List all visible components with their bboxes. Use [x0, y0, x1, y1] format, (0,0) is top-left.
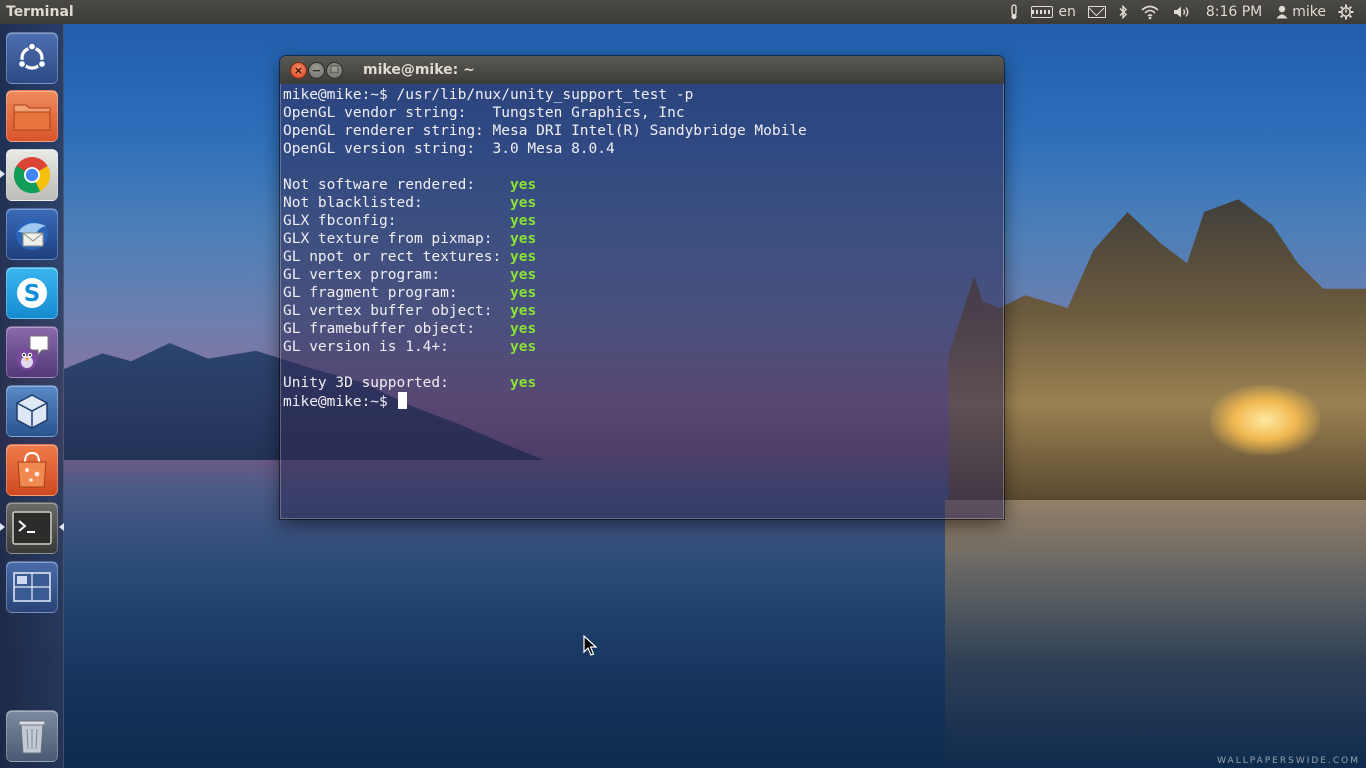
terminal-line: OpenGL version string: 3.0 Mesa 8.0.4: [283, 141, 615, 157]
minimize-icon: −: [311, 63, 322, 77]
wifi-icon: [1141, 5, 1159, 20]
chrome-icon: [13, 157, 51, 194]
terminal-line: GL vertex buffer object: yes: [283, 303, 537, 319]
minimize-button[interactable]: −: [308, 61, 325, 79]
thunderbird-icon: [16, 218, 48, 250]
terminal-icon: [12, 511, 52, 545]
indicator-area: en 8:16 PM mike: [1003, 0, 1366, 24]
wallpaper-watermark: WALLPAPERSWIDE.COM: [1217, 756, 1360, 766]
keyboard-layout-label: en: [1058, 4, 1076, 20]
launcher-terminal-focus-pip: [59, 523, 64, 531]
maximize-button[interactable]: □: [326, 61, 343, 79]
launcher-thunderbird[interactable]: [6, 208, 58, 260]
clock-indicator[interactable]: 8:16 PM: [1198, 0, 1270, 24]
mouse-pointer-icon: [583, 635, 597, 656]
wifi-indicator[interactable]: [1134, 0, 1166, 24]
skype-icon: S: [17, 278, 47, 308]
launcher-terminal-running-pip: [0, 523, 5, 531]
ubuntu-logo-icon: [17, 42, 47, 70]
launcher-dash-home[interactable]: [6, 32, 58, 84]
terminal-line: GL vertex program: yes: [283, 267, 537, 283]
user-icon: [1276, 5, 1288, 19]
workspace-icon: [13, 572, 51, 602]
terminal-line: mike@mike:~$ /usr/lib/nux/unity_support_…: [283, 87, 694, 103]
close-button[interactable]: ×: [290, 61, 307, 79]
session-indicator[interactable]: [1332, 0, 1360, 24]
clock-label: 8:16 PM: [1205, 4, 1263, 20]
virtualbox-icon: [16, 394, 48, 429]
volume-icon: [1173, 6, 1189, 18]
bluetooth-indicator[interactable]: [1112, 0, 1134, 24]
thermometer-indicator[interactable]: [1003, 0, 1025, 24]
terminal-line: Not software rendered: yes: [283, 177, 537, 193]
launcher-trash[interactable]: [6, 710, 58, 762]
terminal-line: GL framebuffer object: yes: [283, 321, 537, 337]
shopping-bag-icon: [17, 451, 47, 488]
pidgin-icon: [17, 335, 49, 370]
terminal-window: × − □ mike@mike: ~ mike@mike:~$ /usr/lib…: [280, 56, 1004, 519]
terminal-line: GL version is 1.4+: yes: [283, 339, 537, 355]
bluetooth-icon: [1119, 4, 1127, 20]
user-indicator[interactable]: mike: [1270, 0, 1332, 24]
keyboard-icon: [1031, 6, 1054, 18]
close-icon: ×: [293, 63, 304, 77]
terminal-line: GL fragment program: yes: [283, 285, 537, 301]
window-titlebar[interactable]: × − □ mike@mike: ~: [280, 56, 1004, 84]
keyboard-indicator[interactable]: en: [1025, 0, 1082, 24]
user-name-label: mike: [1292, 4, 1326, 20]
launcher-chrome[interactable]: [6, 149, 58, 201]
terminal-line: OpenGL vendor string: Tungsten Graphics,…: [283, 105, 685, 121]
mail-indicator[interactable]: [1082, 0, 1112, 24]
launcher-pidgin[interactable]: [6, 326, 58, 378]
terminal-output[interactable]: mike@mike:~$ /usr/lib/nux/unity_support_…: [280, 84, 1004, 519]
trash-icon: [18, 720, 46, 754]
volume-indicator[interactable]: [1166, 0, 1198, 24]
launcher-files[interactable]: [6, 90, 58, 142]
thermometer-icon: [1011, 4, 1018, 20]
launcher-workspace-switcher[interactable]: [6, 561, 58, 613]
launcher-virtualbox[interactable]: [6, 385, 58, 437]
launcher-skype[interactable]: S: [6, 267, 58, 319]
terminal-line: Unity 3D supported: yes: [283, 375, 537, 391]
terminal-line: GLX texture from pixmap: yes: [283, 231, 537, 247]
power-gear-icon: [1338, 4, 1354, 20]
wallpaper-reflection: [945, 500, 1366, 768]
maximize-icon: □: [329, 64, 340, 75]
text-cursor: [397, 392, 407, 409]
launcher-software-center[interactable]: [6, 444, 58, 496]
wallpaper-castle-light: [1210, 385, 1320, 455]
terminal-prompt-line[interactable]: mike@mike:~$: [283, 392, 1003, 410]
window-title: mike@mike: ~: [363, 62, 475, 78]
folder-icon: [13, 104, 51, 131]
terminal-line: GLX fbconfig: yes: [283, 213, 537, 229]
launcher-chrome-running-pip: [0, 170, 5, 178]
terminal-prompt: mike@mike:~$: [283, 394, 397, 410]
terminal-line: Not blacklisted: yes: [283, 195, 537, 211]
launcher-terminal[interactable]: [6, 502, 58, 554]
terminal-line: GL npot or rect textures: yes: [283, 249, 537, 265]
svg-text:S: S: [24, 281, 41, 307]
mail-icon: [1087, 6, 1106, 18]
top-panel: Terminal en 8:16 PM mike: [0, 0, 1366, 24]
active-app-title: Terminal: [6, 4, 74, 20]
launcher: S: [0, 24, 64, 768]
terminal-line: OpenGL renderer string: Mesa DRI Intel(R…: [283, 123, 807, 139]
